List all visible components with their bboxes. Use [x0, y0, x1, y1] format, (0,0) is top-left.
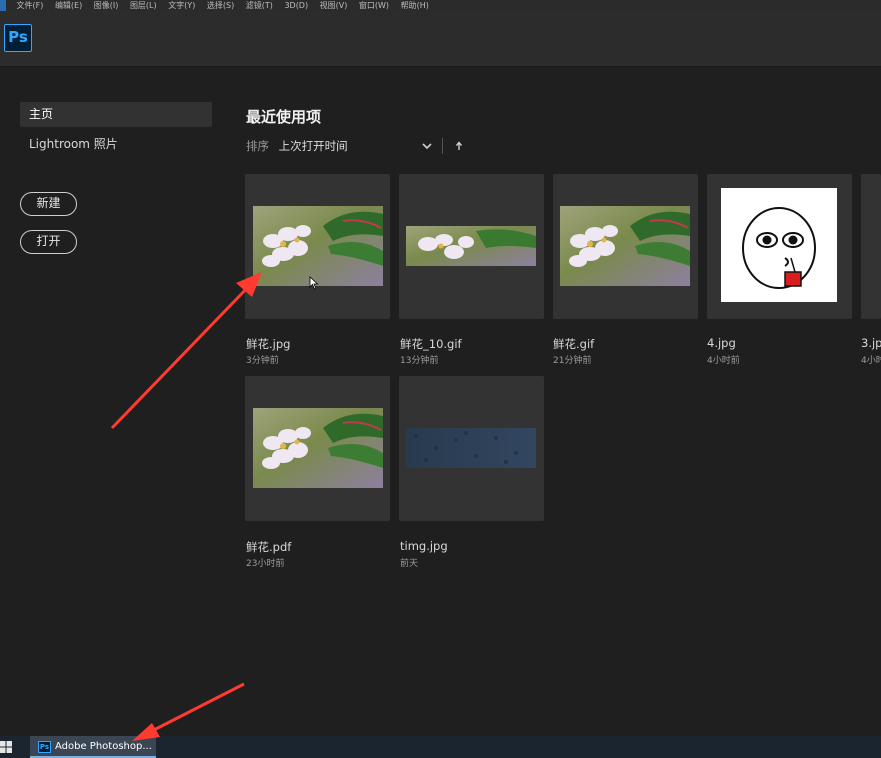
windows-start-icon[interactable]	[0, 741, 12, 753]
file-name[interactable]: 鲜花.pdf	[246, 539, 291, 555]
menu-filter[interactable]: 滤镜(T)	[246, 0, 273, 11]
recent-file-card[interactable]	[245, 174, 390, 319]
taskbar: Ps Adobe Photoshop...	[0, 736, 881, 758]
recent-file-card[interactable]	[553, 174, 698, 319]
sidebar-item-lightroom[interactable]: Lightroom 照片	[20, 132, 212, 157]
app-mini-icon	[0, 0, 6, 11]
menu-file[interactable]: 文件(F)	[17, 0, 44, 11]
file-name[interactable]: 3.jpg	[861, 336, 881, 350]
sort-label: 排序	[246, 139, 269, 153]
taskbar-photoshop-button[interactable]: Ps Adobe Photoshop...	[30, 736, 156, 758]
menu-window[interactable]: 窗口(W)	[359, 0, 389, 11]
file-time: 3分钟前	[246, 356, 279, 366]
menu-edit[interactable]: 编辑(E)	[55, 0, 82, 11]
file-time: 前天	[400, 559, 419, 569]
photoshop-logo-icon[interactable]: Ps	[4, 24, 32, 52]
menu-bar: 文件(F) 编辑(E) 图像(I) 图层(L) 文字(Y) 选择(S) 滤镜(T…	[0, 0, 881, 11]
file-time: 13分钟前	[400, 356, 439, 366]
file-time: 4小时前	[861, 356, 881, 366]
menu-select[interactable]: 选择(S)	[207, 0, 234, 11]
cartoon-thumbnail	[721, 188, 837, 302]
file-name[interactable]: 鲜花_10.gif	[400, 336, 462, 352]
chevron-down-icon[interactable]	[422, 138, 432, 154]
texture-thumbnail	[406, 428, 536, 468]
file-time: 23小时前	[246, 559, 285, 569]
file-name[interactable]: 4.jpg	[707, 336, 736, 350]
menu-3d[interactable]: 3D(D)	[284, 0, 308, 11]
recent-file-card[interactable]	[399, 376, 544, 521]
file-name[interactable]: 鲜花.gif	[553, 336, 594, 352]
mouse-cursor-icon	[309, 276, 319, 290]
recent-file-card[interactable]	[245, 376, 390, 521]
file-name[interactable]: timg.jpg	[400, 539, 448, 553]
menu-layer[interactable]: 图层(L)	[130, 0, 157, 11]
open-button[interactable]: 打开	[20, 230, 77, 254]
flower-thumbnail	[253, 206, 383, 286]
menu-view[interactable]: 视图(V)	[320, 0, 348, 11]
sidebar-item-home[interactable]: 主页	[20, 102, 212, 127]
taskbar-app-label: Adobe Photoshop...	[55, 741, 152, 752]
sort-select[interactable]: 上次打开时间	[279, 139, 348, 153]
menu-help[interactable]: 帮助(H)	[401, 0, 429, 11]
sidebar: 主页 Lightroom 照片 新建 打开	[0, 66, 230, 736]
new-button[interactable]: 新建	[20, 192, 77, 216]
menu-image[interactable]: 图像(I)	[94, 0, 119, 11]
sort-direction-icon[interactable]	[454, 138, 464, 154]
sort-row: 排序 上次打开时间	[246, 138, 463, 154]
app-header: Ps	[0, 11, 881, 67]
recent-file-card[interactable]	[861, 174, 881, 319]
recent-heading: 最近使用项	[246, 108, 322, 126]
recent-file-card[interactable]	[399, 174, 544, 319]
flower-strip-thumbnail	[406, 226, 536, 266]
file-time: 21分钟前	[553, 356, 592, 366]
menu-type[interactable]: 文字(Y)	[168, 0, 195, 11]
photoshop-taskbar-icon: Ps	[38, 741, 51, 753]
flower-thumbnail	[560, 206, 690, 286]
sort-divider	[442, 138, 443, 154]
file-name[interactable]: 鲜花.jpg	[246, 336, 290, 352]
flower-thumbnail	[253, 408, 383, 488]
recent-file-card[interactable]	[707, 174, 852, 319]
file-time: 4小时前	[707, 356, 740, 366]
